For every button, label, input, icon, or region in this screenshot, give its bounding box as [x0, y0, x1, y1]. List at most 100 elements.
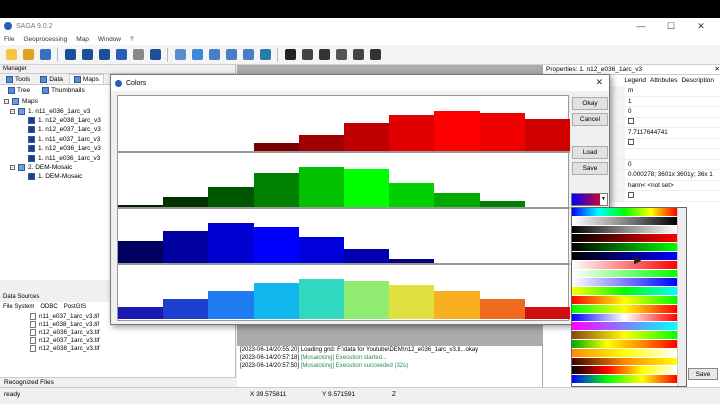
color-preset-list[interactable] [571, 207, 687, 387]
color-ramp-option[interactable] [572, 331, 677, 340]
layers-icon[interactable] [97, 48, 111, 62]
histogram-icon[interactable] [207, 48, 221, 62]
property-value[interactable] [625, 191, 634, 200]
color-ramp-option[interactable] [572, 304, 677, 314]
color-ramp-option[interactable] [572, 366, 677, 376]
save-icon[interactable] [38, 48, 52, 62]
save-button[interactable]: Save [572, 162, 608, 175]
color-ramp-option[interactable] [572, 251, 677, 261]
tab-data[interactable]: Data [36, 74, 67, 84]
open-icon[interactable] [4, 48, 18, 62]
zoom-icon[interactable] [300, 48, 314, 62]
recognized-files-bar[interactable]: Recognized Files [0, 377, 236, 387]
3d-icon[interactable] [190, 48, 204, 62]
chevron-down-icon[interactable]: ▼ [600, 194, 607, 205]
property-value[interactable]: 0 [625, 108, 632, 115]
menu-file[interactable]: File [4, 36, 14, 43]
color-ramp-option[interactable] [572, 243, 677, 252]
checkbox[interactable] [628, 118, 634, 125]
property-value[interactable]: 0.000278; 3601x 3601y; 36x 1 [625, 171, 713, 178]
tab-tools[interactable]: Tools [2, 74, 34, 84]
tab-postgis[interactable]: PostGIS [64, 304, 86, 310]
info-icon[interactable] [114, 48, 128, 62]
tree-item-label: 2. DEM-Mosaic [28, 163, 73, 171]
close-icon[interactable]: ✕ [595, 77, 603, 88]
menu-geoprocessing[interactable]: Geoprocessing [23, 36, 67, 43]
cancel-button[interactable]: Cancel [572, 113, 608, 126]
maximize-button[interactable]: ☐ [656, 18, 686, 34]
property-value[interactable]: 7.7117644741 [625, 129, 668, 136]
color-ramp-option[interactable] [572, 287, 677, 296]
globe-icon[interactable] [258, 48, 272, 62]
tab-legend[interactable]: Legend [624, 77, 646, 84]
file-name: n11_e037_1arc_v3.tif [39, 312, 100, 320]
layout-icon[interactable] [241, 48, 255, 62]
help-icon[interactable] [148, 48, 162, 62]
table-icon[interactable] [63, 48, 77, 62]
color-ramp-option[interactable] [572, 260, 677, 270]
tab-attributes[interactable]: Attributes [650, 77, 677, 84]
move-icon[interactable] [334, 48, 348, 62]
load-button[interactable]: Load [572, 146, 608, 159]
file-item[interactable]: n12_e037_1arc_v3.tif [30, 337, 235, 345]
tab-odbc[interactable]: ODBC [40, 304, 57, 310]
title-bar: SAGA 9.0.2 — ☐ ✕ [0, 18, 720, 34]
color-ramp-option[interactable] [572, 295, 677, 305]
color-ramp-option[interactable] [572, 339, 677, 349]
color-preset-combo[interactable]: ▼ [571, 193, 608, 206]
checkbox[interactable] [628, 191, 634, 198]
properties-save-button[interactable]: Save [688, 368, 718, 380]
menu-help[interactable]: ? [130, 36, 134, 43]
pointer-icon[interactable] [283, 48, 297, 62]
minimize-button[interactable]: — [626, 18, 656, 34]
color-ramp-option[interactable] [572, 322, 677, 332]
property-value[interactable] [625, 118, 634, 126]
color-preview[interactable] [117, 95, 570, 321]
settings-icon[interactable] [131, 48, 145, 62]
color-ramp-option[interactable] [572, 348, 677, 358]
file-item[interactable]: n12_e036_1arc_v3.tif [30, 328, 235, 336]
color-ramp-option[interactable] [572, 216, 677, 226]
property-value[interactable]: 0 [625, 161, 632, 168]
measure-icon[interactable] [368, 48, 382, 62]
histogram-bar [389, 115, 435, 151]
checkbox[interactable] [628, 139, 634, 146]
color-ramp-option[interactable] [572, 313, 677, 323]
color-ramp-option[interactable] [572, 225, 677, 235]
collapse-toggle[interactable]: − [4, 99, 9, 105]
collapse-toggle[interactable]: − [10, 164, 15, 170]
tab-file-system[interactable]: File System [3, 304, 34, 310]
property-value[interactable]: m [625, 87, 633, 94]
map-icon[interactable] [173, 48, 187, 62]
file-item[interactable]: n12_e038_1arc_v3.tif [30, 345, 235, 353]
color-ramp-option[interactable] [572, 234, 677, 244]
scatter-icon[interactable] [224, 48, 238, 62]
color-ramp-option[interactable] [572, 208, 677, 217]
subtab-thumbnails[interactable]: Thumbnails [38, 85, 89, 96]
zoom-icon-glyph [301, 49, 313, 60]
okay-button[interactable]: Okay [572, 97, 608, 110]
tab-maps[interactable]: Maps [68, 74, 104, 84]
grid-icon[interactable] [80, 48, 94, 62]
pan-icon[interactable] [317, 48, 331, 62]
property-value[interactable]: hann< <not set> [625, 182, 674, 189]
property-value[interactable]: 1 [625, 98, 632, 105]
collapse-toggle[interactable]: − [10, 108, 15, 114]
print-icon[interactable] [351, 48, 365, 62]
close-button[interactable]: ✕ [686, 18, 716, 34]
color-ramp-option[interactable] [572, 269, 677, 279]
scrollbar[interactable] [677, 208, 686, 386]
menu-map[interactable]: Map [76, 36, 89, 43]
color-ramp-option[interactable] [572, 357, 677, 367]
tab-description[interactable]: Description [681, 77, 714, 84]
color-ramp-segment [163, 309, 209, 319]
close-icon[interactable]: ✕ [715, 65, 720, 74]
open-folder-icon[interactable] [21, 48, 35, 62]
color-ramp-option[interactable] [572, 375, 677, 384]
colors-dialog: Colors ✕ Okay Cancel Load Save [110, 74, 610, 325]
property-value[interactable] [625, 139, 634, 147]
open-icon-glyph [5, 49, 17, 60]
subtab-tree[interactable]: Tree [4, 85, 34, 96]
menu-window[interactable]: Window [98, 36, 121, 43]
color-ramp-option[interactable] [572, 278, 677, 288]
